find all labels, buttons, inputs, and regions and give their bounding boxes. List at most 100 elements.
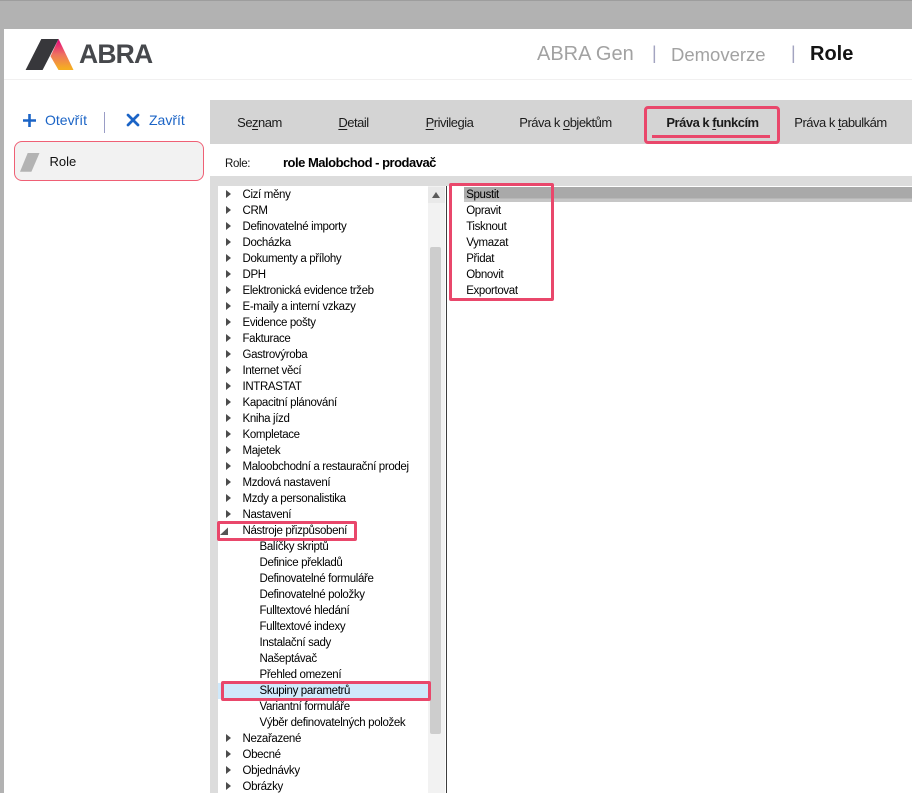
tree-item[interactable]: INTRASTAT xyxy=(218,379,429,395)
function-list-item-label: Přidat xyxy=(466,251,494,267)
tree-item-label: Variantní formuláře xyxy=(260,699,350,715)
tree-item-label: Cizí měny xyxy=(243,187,291,203)
tree-item[interactable]: Internet věcí xyxy=(218,363,429,379)
expand-collapsed-icon[interactable] xyxy=(226,510,231,518)
tree-item[interactable]: Nastavení xyxy=(218,507,429,523)
tree-item[interactable]: Našeptávač xyxy=(218,651,429,667)
tree-item[interactable]: Maloobchodní a restaurační prodej xyxy=(218,459,429,475)
tab-bar: Seznam Detail Privilegia Práva k objektům Pr… xyxy=(210,100,912,144)
tree-item[interactable]: Dokumenty a přílohy xyxy=(218,251,429,267)
tree-item[interactable]: Definice překladů xyxy=(218,555,429,571)
tree-item[interactable]: Skupiny parametrů xyxy=(218,683,429,699)
tree-item[interactable]: E-maily a interní vzkazy xyxy=(218,299,429,315)
tab-detail[interactable]: Detail xyxy=(338,115,368,131)
tree-item[interactable]: Mzdy a personalistika xyxy=(218,491,429,507)
function-list-item[interactable]: Vymazat xyxy=(447,235,912,251)
expand-collapsed-icon[interactable] xyxy=(226,734,231,742)
expand-collapsed-icon[interactable] xyxy=(226,750,231,758)
expand-collapsed-icon[interactable] xyxy=(226,334,231,342)
expand-collapsed-icon[interactable] xyxy=(226,478,231,486)
expand-collapsed-icon[interactable] xyxy=(226,494,231,502)
tree-item[interactable]: Balíčky skriptů xyxy=(218,539,429,555)
expand-collapsed-icon[interactable] xyxy=(226,238,231,246)
screen: ABRA ABRA Gen | Demoverze | Role Otevřít… xyxy=(0,0,912,793)
function-list-item[interactable]: Opravit xyxy=(447,203,912,219)
tree-item[interactable]: CRM xyxy=(218,203,429,219)
tree-item[interactable]: Výběr definovatelných položek xyxy=(218,715,429,731)
tree-item[interactable]: Kniha jízd xyxy=(218,411,429,427)
tree-item[interactable]: Nezařazené xyxy=(218,731,429,747)
tree-item[interactable]: Obecné xyxy=(218,747,429,763)
function-list-item[interactable]: Obnovit xyxy=(447,267,912,283)
function-list-item[interactable]: Exportovat xyxy=(447,283,912,299)
expand-collapsed-icon[interactable] xyxy=(226,206,231,214)
tree-item[interactable]: Nástroje přizpůsobení xyxy=(218,523,429,539)
expand-collapsed-icon[interactable] xyxy=(226,302,231,310)
function-list-item[interactable]: Spustit xyxy=(447,187,912,203)
tree-item[interactable]: Majetek xyxy=(218,443,429,459)
expand-collapsed-icon[interactable] xyxy=(226,350,231,358)
tree-item[interactable]: Gastrovýroba xyxy=(218,347,429,363)
expand-expanded-icon[interactable] xyxy=(219,527,228,536)
tree-item[interactable]: Kompletace xyxy=(218,427,429,443)
tree-item[interactable]: Mzdová nastavení xyxy=(218,475,429,491)
tab-pr-va-k-objekt-m[interactable]: Práva k objektům xyxy=(519,115,611,131)
tree-item[interactable]: DPH xyxy=(218,267,429,283)
scrollbar-thumb[interactable] xyxy=(430,247,442,734)
tree-item-label: DPH xyxy=(243,267,266,283)
expand-collapsed-icon[interactable] xyxy=(226,766,231,774)
tab-pr-va-k-funkc-m[interactable]: Práva k funkcím xyxy=(666,115,758,131)
tree-item[interactable]: Variantní formuláře xyxy=(218,699,429,715)
expand-collapsed-icon[interactable] xyxy=(226,398,231,406)
scrollbar-up-button[interactable] xyxy=(428,187,445,203)
tree-item[interactable]: Elektronická evidence tržeb xyxy=(218,283,429,299)
expand-collapsed-icon[interactable] xyxy=(226,270,231,278)
expand-collapsed-icon[interactable] xyxy=(226,254,231,262)
tree-item[interactable]: Instalační sady xyxy=(218,635,429,651)
tree-item[interactable]: Definovatelné položky xyxy=(218,587,429,603)
tree-item[interactable]: Evidence pošty xyxy=(218,315,429,331)
expand-collapsed-icon[interactable] xyxy=(226,414,231,422)
function-list-item-label: Vymazat xyxy=(466,235,508,251)
tree-item[interactable]: Docházka xyxy=(218,235,429,251)
expand-collapsed-icon[interactable] xyxy=(226,782,231,790)
tree-item[interactable]: Fulltextové hledání xyxy=(218,603,429,619)
expand-collapsed-icon[interactable] xyxy=(226,382,231,390)
sidebar-item-role-label: Role xyxy=(50,154,77,170)
expand-collapsed-icon[interactable] xyxy=(226,462,231,470)
expand-collapsed-icon[interactable] xyxy=(226,286,231,294)
tree-item-label: Evidence pošty xyxy=(243,315,316,331)
expand-collapsed-icon[interactable] xyxy=(226,446,231,454)
expand-collapsed-icon[interactable] xyxy=(226,222,231,230)
expand-collapsed-icon[interactable] xyxy=(226,190,231,198)
function-list-item[interactable]: Tisknout xyxy=(447,219,912,235)
tree-item[interactable]: Kapacitní plánování xyxy=(218,395,429,411)
function-list-item[interactable]: Přidat xyxy=(447,251,912,267)
tab-privilegia[interactable]: Privilegia xyxy=(426,115,474,131)
sidebar-item-role[interactable]: Role xyxy=(14,141,204,181)
expand-collapsed-icon[interactable] xyxy=(226,430,231,438)
tree-item[interactable]: Fakturace xyxy=(218,331,429,347)
header-environment: Demoverze xyxy=(671,45,766,65)
open-button[interactable]: Otevřít xyxy=(45,112,87,128)
header-title: ABRA Gen | Demoverze | Role xyxy=(4,29,912,80)
tree-scrollbar[interactable] xyxy=(428,186,445,793)
tree-item[interactable]: Fulltextové indexy xyxy=(218,619,429,635)
expand-collapsed-icon[interactable] xyxy=(226,318,231,326)
tree-item-label: INTRASTAT xyxy=(243,379,302,395)
tab-seznam[interactable]: Seznam xyxy=(237,115,282,131)
tree-item[interactable]: Definovatelné importy xyxy=(218,219,429,235)
tree-item[interactable]: Cizí měny xyxy=(218,187,429,203)
close-button[interactable]: Zavřít xyxy=(149,112,185,128)
tree-item-label: Obrázky xyxy=(243,779,283,793)
plus-icon[interactable] xyxy=(22,113,37,128)
tree-item-label: Kapacitní plánování xyxy=(243,395,337,411)
tree-item[interactable]: Přehled omezení xyxy=(218,667,429,683)
close-x-icon[interactable] xyxy=(126,113,140,127)
expand-collapsed-icon[interactable] xyxy=(226,366,231,374)
tree-item[interactable]: Definovatelné formuláře xyxy=(218,571,429,587)
tree-item[interactable]: Obrázky xyxy=(218,779,429,793)
tab-pr-va-k-tabulk-m[interactable]: Práva k tabulkám xyxy=(794,115,886,131)
tree-item[interactable]: Objednávky xyxy=(218,763,429,779)
tree-item-label: Obecné xyxy=(243,747,281,763)
